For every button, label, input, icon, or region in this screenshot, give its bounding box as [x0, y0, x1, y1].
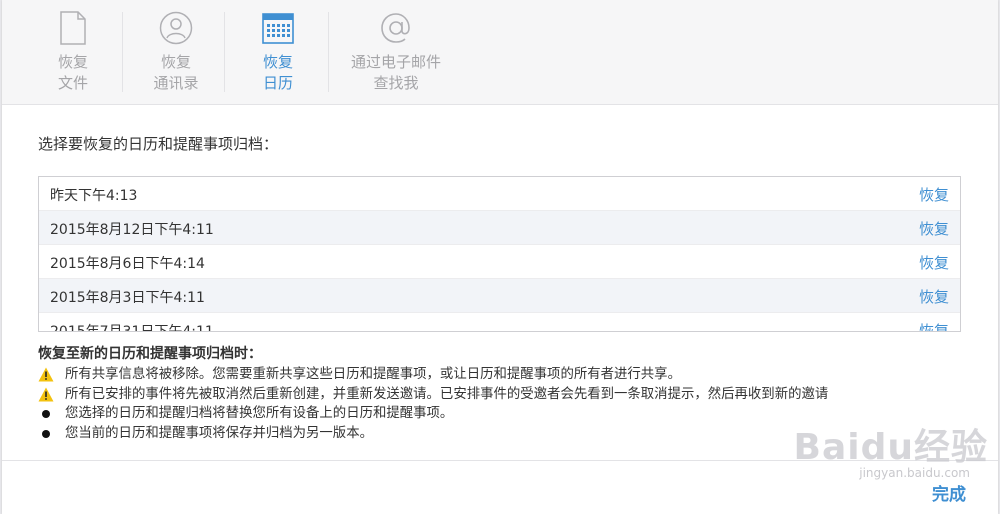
- restore-button[interactable]: 恢复: [919, 286, 949, 307]
- archive-row: 2015年8月6日下午4:14 恢复: [39, 245, 960, 279]
- note-item: 所有已安排的事件将先被取消然后重新创建，并重新发送邀请。已安排事件的受邀者会先看…: [38, 385, 968, 405]
- note-text: 所有共享信息将被移除。您需要重新共享这些日历和提醒事项，或让日历和提醒事项的所有…: [65, 367, 681, 382]
- notes-heading: 恢复至新的日历和提醒事项归档时：: [38, 346, 262, 362]
- restore-button[interactable]: 恢复: [919, 218, 949, 239]
- note-item: 您当前的日历和提醒事项将保存并归档为另一版本。: [38, 424, 968, 444]
- note-item: 所有共享信息将被移除。您需要重新共享这些日历和提醒事项，或让日历和提醒事项的所有…: [38, 365, 968, 385]
- watermark-url: jingyan.baidu.com: [859, 466, 970, 480]
- tab-restore-files[interactable]: 恢复 文件: [42, 0, 104, 104]
- archive-row: 2015年8月12日下午4:11 恢复: [39, 211, 960, 245]
- tab-restore-contacts-label-2: 通讯录: [153, 74, 199, 92]
- restore-button[interactable]: 恢复: [919, 320, 949, 331]
- note-text: 您当前的日历和提醒事项将保存并归档为另一版本。: [65, 425, 373, 441]
- restore-button[interactable]: 恢复: [919, 252, 949, 273]
- archive-date: 2015年8月3日下午4:11: [50, 290, 205, 306]
- tab-find-by-email-label-2: 查找我: [373, 74, 419, 92]
- document-icon: [59, 10, 87, 46]
- restore-button[interactable]: 恢复: [919, 184, 949, 205]
- restore-dialog: 恢复 文件 恢复 通讯录 恢复 日历 通过电子邮件 查找我 选择要恢复的日历和提…: [2, 0, 998, 514]
- footer-divider: [2, 460, 998, 461]
- archive-row: 昨天下午4:13 恢复: [39, 177, 960, 211]
- tab-restore-files-label-2: 文件: [57, 74, 88, 92]
- calendar-icon: [262, 10, 294, 46]
- bullet-dot-icon: [42, 410, 50, 419]
- toolbar-divider: [328, 12, 329, 92]
- contact-icon: [159, 10, 193, 46]
- archive-date: 2015年7月31日下午4:11: [50, 324, 214, 332]
- archive-prompt: 选择要恢复的日历和提醒事项归档：: [38, 135, 279, 153]
- archive-list[interactable]: 昨天下午4:13 恢复 2015年8月12日下午4:11 恢复 2015年8月6…: [38, 176, 961, 332]
- toolbar-divider: [224, 12, 225, 92]
- note-item: 您选择的日历和提醒归档将替换您所有设备上的日历和提醒事项。: [38, 404, 968, 424]
- tab-restore-calendar[interactable]: 恢复 日历: [246, 0, 310, 104]
- toolbar-divider: [122, 12, 123, 92]
- tab-restore-files-label-1: 恢复: [57, 53, 88, 71]
- archive-row: 2015年8月3日下午4:11 恢复: [39, 279, 960, 313]
- tab-restore-calendar-label-2: 日历: [262, 74, 293, 92]
- tab-restore-contacts[interactable]: 恢复 通讯录: [142, 0, 210, 104]
- tab-restore-calendar-label-1: 恢复: [262, 53, 293, 71]
- tab-find-by-email[interactable]: 通过电子邮件 查找我: [342, 0, 450, 104]
- archive-row: 2015年7月31日下午4:11 恢复: [39, 313, 960, 332]
- note-text: 您选择的日历和提醒归档将替换您所有设备上的日历和提醒事项。: [65, 406, 454, 422]
- restore-notes: 恢复至新的日历和提醒事项归档时： 所有共享信息将被移除。您需要重新共享这些日历和…: [38, 345, 968, 443]
- at-sign-icon: [379, 10, 413, 46]
- note-text: 所有已安排的事件将先被取消然后重新创建，并重新发送邀请。已安排事件的受邀者会先看…: [65, 386, 829, 402]
- bullet-dot-icon: [42, 429, 50, 438]
- toolbar: 恢复 文件 恢复 通讯录 恢复 日历 通过电子邮件 查找我: [2, 0, 998, 105]
- tab-restore-contacts-label-1: 恢复: [160, 53, 191, 71]
- tab-find-by-email-label-1: 通过电子邮件: [350, 53, 441, 71]
- archive-date: 2015年8月6日下午4:14: [50, 256, 205, 272]
- archive-date: 昨天下午4:13: [50, 188, 138, 204]
- archive-date: 2015年8月12日下午4:11: [50, 222, 214, 238]
- done-button[interactable]: 完成: [932, 480, 966, 505]
